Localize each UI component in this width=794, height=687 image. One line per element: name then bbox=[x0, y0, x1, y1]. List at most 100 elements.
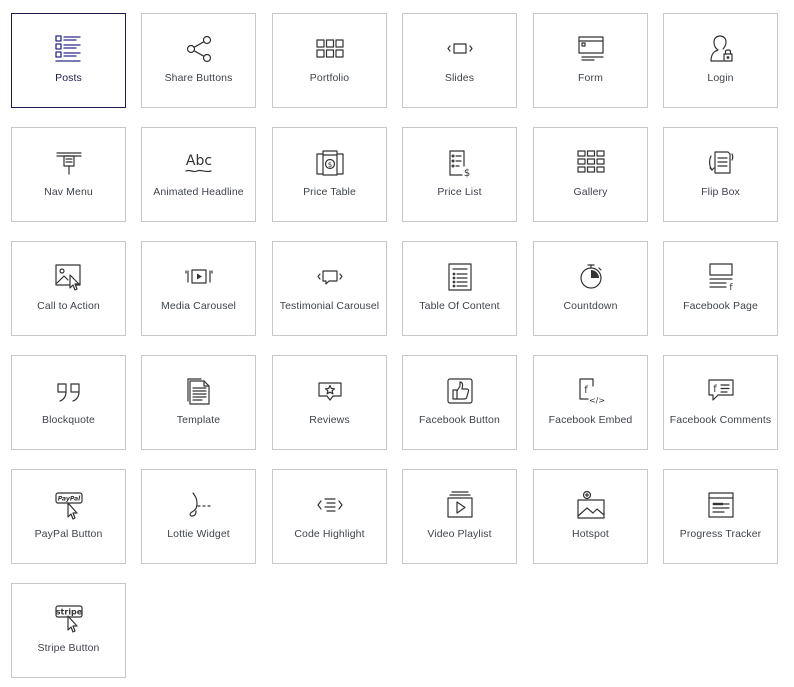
widget-tile-facebook-button[interactable]: Facebook Button bbox=[402, 355, 517, 450]
widget-label: Template bbox=[176, 414, 221, 426]
code-highlight-icon bbox=[273, 490, 386, 520]
widget-label: Gallery bbox=[573, 186, 608, 198]
widget-label: Hotspot bbox=[572, 528, 609, 540]
gallery-icon bbox=[534, 148, 647, 178]
share-icon bbox=[142, 34, 255, 64]
template-icon bbox=[142, 376, 255, 406]
countdown-icon bbox=[534, 262, 647, 292]
widget-label: Animated Headline bbox=[153, 186, 244, 198]
widget-tile-progress-tracker[interactable]: Progress Tracker bbox=[663, 469, 778, 564]
widget-tile-share[interactable]: Share Buttons bbox=[141, 13, 256, 108]
widget-label: Reviews bbox=[309, 414, 350, 426]
facebook-page-icon: f bbox=[664, 262, 777, 293]
widget-tile-stripe-button[interactable]: stripe Stripe Button bbox=[11, 583, 126, 678]
price-table-icon: $ bbox=[273, 148, 386, 178]
widget-label: Price List bbox=[437, 186, 482, 198]
widget-tile-table-of-content[interactable]: Table Of Content bbox=[402, 241, 517, 336]
widget-tile-price-table[interactable]: $ Price Table bbox=[272, 127, 387, 222]
price-list-icon: $ bbox=[403, 148, 516, 179]
widget-label: Share Buttons bbox=[164, 72, 233, 84]
svg-text:f: f bbox=[729, 283, 733, 293]
widget-tile-gallery[interactable]: Gallery bbox=[533, 127, 648, 222]
widget-label: Lottie Widget bbox=[167, 528, 230, 540]
widget-label: Media Carousel bbox=[161, 300, 236, 312]
widget-tile-animated-headline[interactable]: Abc Animated Headline bbox=[141, 127, 256, 222]
widget-panel: Posts Share Buttons Portfolio Slides For… bbox=[0, 0, 794, 687]
widget-tile-slides[interactable]: Slides bbox=[402, 13, 517, 108]
widget-tile-hotspot[interactable]: Hotspot bbox=[533, 469, 648, 564]
widget-tile-facebook-page[interactable]: f Facebook Page bbox=[663, 241, 778, 336]
paypal-button-icon: PayPal bbox=[12, 490, 125, 520]
widget-tile-blockquote[interactable]: Blockquote bbox=[11, 355, 126, 450]
widget-label: Progress Tracker bbox=[679, 528, 762, 540]
widget-label: Slides bbox=[444, 72, 475, 84]
widget-tile-paypal-button[interactable]: PayPal PayPal Button bbox=[11, 469, 126, 564]
widget-tile-flip-box[interactable]: Flip Box bbox=[663, 127, 778, 222]
widget-label: Blockquote bbox=[42, 414, 95, 426]
widget-label: Code Highlight bbox=[294, 528, 365, 540]
reviews-icon bbox=[273, 376, 386, 406]
widget-tile-nav-menu[interactable]: Nav Menu bbox=[11, 127, 126, 222]
widget-tile-portfolio[interactable]: Portfolio bbox=[272, 13, 387, 108]
widget-label: Table Of Content bbox=[419, 300, 500, 312]
widget-label: Flip Box bbox=[701, 186, 740, 198]
widget-tile-code-highlight[interactable]: Code Highlight bbox=[272, 469, 387, 564]
portfolio-icon bbox=[273, 34, 386, 64]
widget-label: Call to Action bbox=[37, 300, 100, 312]
slides-icon bbox=[403, 34, 516, 64]
widget-label: Facebook Page bbox=[683, 300, 758, 312]
testimonial-carousel-icon bbox=[273, 262, 386, 292]
facebook-comments-icon: f bbox=[664, 376, 777, 406]
widget-tile-form[interactable]: Form bbox=[533, 13, 648, 108]
widget-label: Stripe Button bbox=[37, 642, 100, 654]
widget-label: Facebook Embed bbox=[548, 414, 633, 426]
flip-box-icon bbox=[664, 148, 777, 178]
widget-label: Countdown bbox=[563, 300, 618, 312]
blockquote-icon bbox=[12, 376, 125, 406]
widget-label: Facebook Comments bbox=[669, 414, 772, 426]
widget-tile-facebook-embed[interactable]: f </> Facebook Embed bbox=[533, 355, 648, 450]
widget-label: PayPal Button bbox=[34, 528, 103, 540]
widget-label: Posts bbox=[55, 72, 82, 84]
svg-text:$: $ bbox=[463, 168, 469, 179]
widget-label: Testimonial Carousel bbox=[279, 300, 380, 312]
form-icon bbox=[534, 34, 647, 64]
svg-text:</>: </> bbox=[588, 396, 604, 405]
widget-tile-video-playlist[interactable]: Video Playlist bbox=[402, 469, 517, 564]
widget-tile-facebook-comments[interactable]: f Facebook Comments bbox=[663, 355, 778, 450]
stripe-button-icon: stripe bbox=[12, 604, 125, 634]
svg-text:$: $ bbox=[327, 161, 331, 169]
call-to-action-icon bbox=[12, 262, 125, 292]
widget-tile-price-list[interactable]: $ Price List bbox=[402, 127, 517, 222]
progress-tracker-icon bbox=[664, 490, 777, 520]
facebook-embed-icon: f </> bbox=[534, 376, 647, 406]
widget-tile-testimonial-carousel[interactable]: Testimonial Carousel bbox=[272, 241, 387, 336]
login-icon bbox=[664, 34, 777, 64]
widget-tile-call-to-action[interactable]: Call to Action bbox=[11, 241, 126, 336]
video-playlist-icon bbox=[403, 490, 516, 520]
widget-tile-reviews[interactable]: Reviews bbox=[272, 355, 387, 450]
widget-tile-lottie-widget[interactable]: Lottie Widget bbox=[141, 469, 256, 564]
widget-label: Video Playlist bbox=[427, 528, 492, 540]
widget-tile-countdown[interactable]: Countdown bbox=[533, 241, 648, 336]
hotspot-icon bbox=[534, 490, 647, 520]
widget-label: Price Table bbox=[303, 186, 356, 198]
facebook-button-icon bbox=[403, 376, 516, 406]
icon-glyph-text: stripe bbox=[55, 608, 82, 617]
svg-text:f: f bbox=[584, 385, 588, 396]
widget-label: Nav Menu bbox=[44, 186, 93, 198]
widget-tile-media-carousel[interactable]: Media Carousel bbox=[141, 241, 256, 336]
widget-tile-login[interactable]: Login bbox=[663, 13, 778, 108]
nav-menu-icon bbox=[12, 148, 125, 178]
animated-headline-icon: Abc bbox=[142, 148, 255, 178]
widget-label: Login bbox=[707, 72, 734, 84]
table-of-content-icon bbox=[403, 262, 516, 292]
widget-tile-template[interactable]: Template bbox=[141, 355, 256, 450]
widget-tile-posts[interactable]: Posts bbox=[11, 13, 126, 108]
svg-text:f: f bbox=[713, 384, 717, 395]
widget-label: Facebook Button bbox=[419, 414, 500, 426]
widget-label: Portfolio bbox=[309, 72, 350, 84]
icon-glyph-text: Abc bbox=[185, 153, 211, 169]
widget-label: Form bbox=[578, 72, 603, 84]
media-carousel-icon bbox=[142, 262, 255, 292]
